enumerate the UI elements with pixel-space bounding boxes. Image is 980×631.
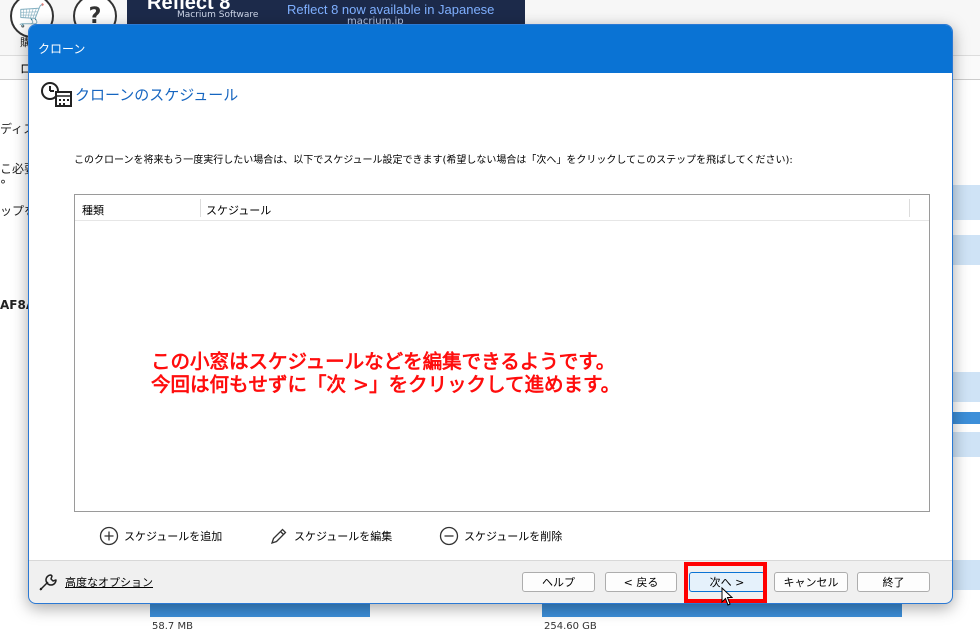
dialog-content: クローンのスケジュール このクローンを将来もう一度実行したい場合は、以下でスケジ… (29, 73, 952, 561)
schedule-clock-icon (39, 79, 73, 109)
banner-sub: Macrium Software (177, 10, 259, 20)
column-header-schedule[interactable]: スケジュール (206, 202, 271, 218)
annotation-line: 今回は何もせずに「次 >」をクリックして進めます。 (151, 373, 621, 396)
edit-schedule-label: スケジュールを編集 (294, 530, 393, 543)
dialog-footer: 高度なオプション ヘルプ < 戻る 次へ > キャンセル 終了 (29, 562, 952, 603)
wrench-icon (39, 574, 57, 591)
banner-message: Reflect 8 now available in Japanese (287, 2, 495, 17)
schedule-list[interactable]: 種類 スケジュール この小窓はスケジュールなどを編集できるようです。 今回は何も… (74, 194, 930, 512)
list-header: 種類 スケジュール (75, 195, 929, 221)
description-text: このクローンを将来もう一度実行したい場合は、以下でスケジュール設定できます(希望… (74, 155, 793, 166)
dialog-title: クローン (38, 42, 86, 56)
advanced-options-label: 高度なオプション (65, 576, 153, 589)
pencil-icon (270, 528, 287, 545)
clone-dialog: クローン クローンのスケジュール このクローンを将来もう一度実行したい場合は、以… (28, 24, 953, 604)
page-header: クローンのスケジュール (39, 79, 238, 109)
page-title: クローンのスケジュール (75, 85, 239, 104)
disk-usage-bar (150, 603, 370, 617)
back-button[interactable]: < 戻る (605, 572, 677, 592)
disk-size-label: 58.7 MB (152, 621, 193, 631)
annotation-line: この小窓はスケジュールなどを編集できるようです。 (151, 350, 616, 373)
background-left-text: ° (0, 178, 6, 192)
column-separator (909, 199, 910, 217)
schedule-actions: スケジュールを追加 スケジュールを編集 スケジュールを削除 (99, 526, 659, 548)
minus-circle-icon (439, 526, 459, 546)
disk-size-label: 254.60 GB (544, 621, 597, 631)
delete-schedule-label: スケジュールを削除 (464, 530, 563, 543)
column-separator (200, 199, 201, 217)
cancel-button[interactable]: キャンセル (774, 572, 848, 592)
delete-schedule-button[interactable]: スケジュールを削除 (439, 526, 562, 546)
edit-schedule-button[interactable]: スケジュールを編集 (269, 526, 392, 546)
help-button[interactable]: ヘルプ (522, 572, 595, 592)
mouse-cursor-icon (721, 586, 734, 610)
dialog-titlebar[interactable]: クローン (29, 25, 952, 73)
annotation-text: この小窓はスケジュールなどを編集できるようです。 今回は何もせずに「次 >」をク… (151, 350, 620, 396)
column-header-type[interactable]: 種類 (82, 202, 104, 218)
add-schedule-label: スケジュールを追加 (124, 530, 223, 543)
plus-circle-icon (99, 526, 119, 546)
finish-button[interactable]: 終了 (857, 572, 930, 592)
advanced-options-link[interactable]: 高度なオプション (37, 571, 153, 593)
add-schedule-button[interactable]: スケジュールを追加 (99, 526, 222, 546)
